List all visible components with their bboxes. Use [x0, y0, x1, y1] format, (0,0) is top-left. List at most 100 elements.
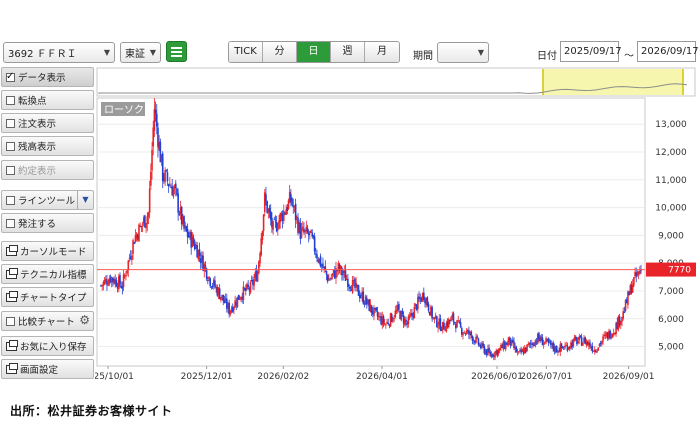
popup-window-icon: [6, 290, 18, 302]
candle-body: [274, 220, 277, 222]
tab-weekly[interactable]: 週: [331, 42, 365, 62]
checkbox-icon: [6, 316, 15, 326]
candle-body: [459, 322, 462, 327]
candle-body: [249, 281, 252, 293]
candle-body: [300, 228, 303, 238]
candle-body: [262, 214, 265, 232]
candle-body: [577, 340, 579, 344]
candle-body: [106, 280, 108, 285]
candle-body: [633, 277, 635, 286]
sidebar-item-label: 注文表示: [18, 119, 57, 130]
sidebar-item-technical-indicators[interactable]: テクニカル指標: [1, 264, 94, 284]
sidebar-item-line-tool[interactable]: ラインツール ▼: [1, 190, 94, 210]
sidebar-item-place-order[interactable]: 発注する: [1, 213, 94, 233]
candle-body: [457, 320, 460, 322]
sidebar-item-label: 約定表示: [18, 166, 57, 177]
candle-body: [141, 224, 144, 226]
candle-body: [611, 333, 614, 338]
candle-body: [431, 306, 433, 319]
candle-body: [443, 322, 445, 330]
candle-body: [325, 271, 328, 275]
period-tabs: TICK 分 日 週 月: [228, 41, 400, 63]
source-caption: 出所：松井証券お客様サイト: [10, 404, 173, 418]
chevron-down-icon[interactable]: ▼: [77, 191, 93, 209]
date-to-input[interactable]: 2026/09/17: [637, 41, 699, 62]
sidebar-item-label: 比較チャート: [18, 317, 75, 328]
sidebar-item-save-favorite[interactable]: お気に入り保存: [1, 336, 94, 356]
list-view-button[interactable]: [166, 41, 187, 62]
candle-body: [148, 188, 151, 213]
candle-body: [207, 279, 209, 281]
candle-body: [382, 316, 385, 324]
candle-body: [126, 270, 128, 274]
candle-body: [532, 342, 534, 346]
chart-area[interactable]: 5,0006,0007,0008,0009,00010,00011,00012,…: [82, 66, 700, 390]
chart-type-label: ローソク: [104, 104, 144, 116]
candle-body: [596, 351, 598, 353]
sidebar-item-screen-settings[interactable]: 画面設定: [1, 359, 94, 379]
candle-body: [589, 342, 591, 348]
tab-daily[interactable]: 日: [297, 42, 331, 62]
range-navigator[interactable]: [96, 67, 696, 97]
candle-body: [209, 278, 211, 286]
sidebar-item-chart-type[interactable]: チャートタイプ: [1, 287, 94, 307]
tab-tick[interactable]: TICK: [229, 42, 263, 62]
sidebar-item-compare-chart[interactable]: 比較チャート ⚙: [1, 311, 94, 331]
gear-icon[interactable]: ⚙: [79, 313, 90, 327]
candle-body: [115, 280, 118, 287]
candlestick-chart[interactable]: 5,0006,0007,0008,0009,00010,00011,00012,…: [82, 66, 700, 390]
candle-body: [131, 255, 133, 261]
y-tick-label: 11,000: [655, 176, 687, 186]
market-value: 東証: [125, 49, 145, 60]
candle-body: [177, 193, 179, 213]
date-from-input[interactable]: 2025/09/17: [560, 41, 622, 62]
candle-body: [161, 153, 164, 182]
tab-monthly[interactable]: 月: [365, 42, 399, 62]
candle-body: [151, 149, 153, 171]
candle-body: [329, 279, 331, 281]
candle-body: [475, 336, 477, 343]
candle-body: [526, 344, 528, 351]
term-label: 期間: [413, 51, 433, 62]
candle-body: [437, 326, 439, 328]
sidebar-item-label: お気に入り保存: [20, 342, 87, 353]
candle-body: [582, 342, 584, 346]
candle-body: [198, 249, 201, 256]
candle-body: [310, 230, 312, 233]
tab-minute[interactable]: 分: [263, 42, 297, 62]
market-select[interactable]: 東証 ▼: [120, 42, 161, 63]
candle-body: [360, 296, 362, 298]
checkbox-icon: [6, 118, 15, 128]
candle-body: [172, 188, 175, 197]
candle-body: [370, 305, 373, 313]
candle-body: [498, 347, 501, 351]
candle-body: [330, 277, 333, 280]
checkbox-icon: [6, 195, 15, 205]
symbol-value: 3692 ＦＦＲＩ: [8, 49, 77, 60]
x-tick-label: 2026/07/01: [520, 372, 572, 382]
sidebar-item-order-display[interactable]: 注文表示: [1, 113, 94, 133]
sidebar-item-balance-display[interactable]: 残高表示: [1, 136, 94, 156]
navigator-selection[interactable]: [543, 69, 683, 95]
candle-body: [373, 307, 375, 316]
candle-body: [482, 343, 484, 347]
date-range-tilde: ～: [624, 51, 634, 62]
sidebar-item-turning-point[interactable]: 転換点: [1, 90, 94, 110]
sidebar-item-data-display[interactable]: データ表示: [1, 67, 94, 87]
date-label: 日付: [537, 51, 557, 62]
candle-body: [119, 275, 121, 285]
term-select[interactable]: ▼: [437, 42, 489, 63]
candle-body: [470, 331, 473, 336]
candle-body: [145, 223, 147, 229]
sidebar-item-cursor-mode[interactable]: カーソルモード: [1, 241, 94, 261]
sidebar-item-label: 残高表示: [18, 142, 57, 153]
candle-body: [204, 265, 207, 268]
candle-body: [348, 285, 350, 287]
chevron-down-icon: ▼: [103, 48, 110, 57]
symbol-select[interactable]: 3692 ＦＦＲＩ ▼: [3, 42, 115, 63]
candle-body: [620, 321, 622, 325]
candle-body: [342, 273, 344, 275]
candle-body: [133, 242, 136, 244]
candle-body: [192, 237, 195, 244]
candle-body: [517, 351, 520, 353]
